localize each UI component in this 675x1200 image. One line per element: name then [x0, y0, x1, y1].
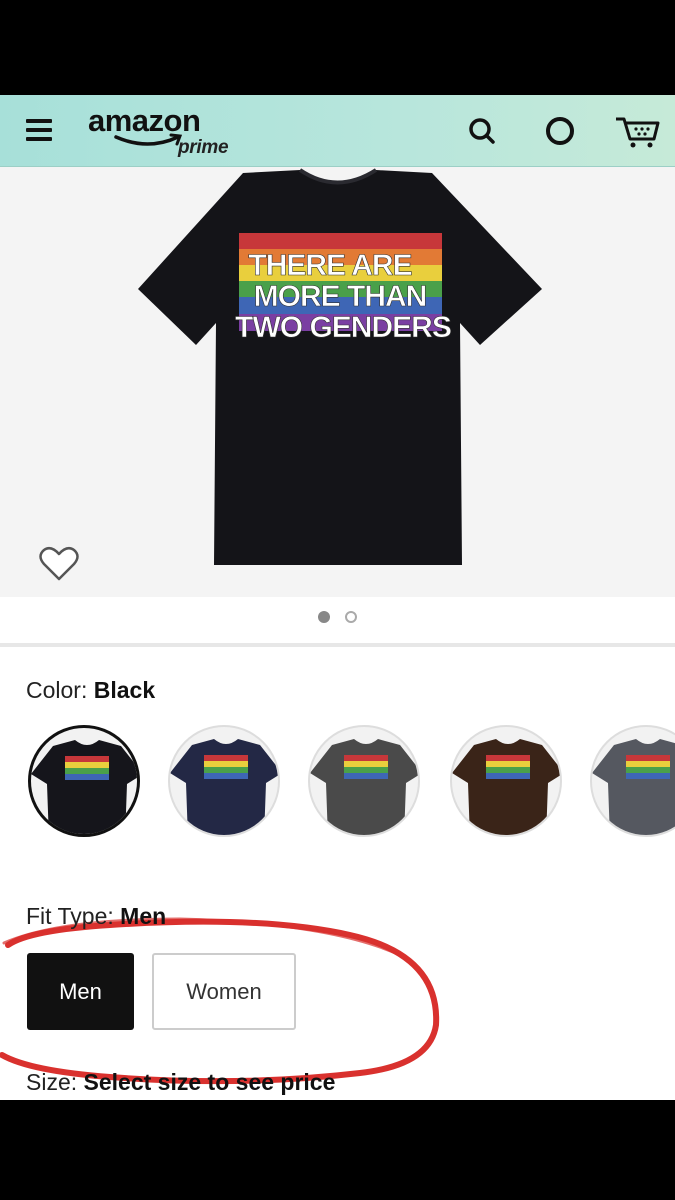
wishlist-heart-icon[interactable] — [38, 545, 80, 588]
shirt-print-line-3: TWO GENDERS — [235, 311, 451, 344]
section-divider — [0, 643, 675, 647]
color-label: Color: — [26, 677, 88, 703]
carousel-dot-active[interactable] — [318, 611, 331, 623]
product-tshirt-image: THERE ARE MORE THAN TWO GENDERS — [138, 168, 542, 565]
size-label: Size: — [26, 1069, 78, 1095]
fit-type-men-button[interactable]: Men — [27, 953, 134, 1030]
size-value[interactable]: Select size to see price — [84, 1069, 336, 1095]
cart-icon[interactable] — [612, 111, 662, 151]
color-label-row: Color: Black — [26, 677, 155, 704]
account-icon[interactable] — [540, 111, 580, 151]
search-icon[interactable] — [462, 111, 502, 151]
logo-prime-label: prime — [178, 137, 229, 158]
product-image-carousel[interactable]: THERE ARE MORE THAN TWO GENDERS — [0, 167, 675, 597]
color-swatch-heather-grey[interactable] — [590, 725, 675, 837]
carousel-pagination — [0, 610, 675, 628]
shirt-print-line-1: THERE ARE — [248, 249, 411, 282]
menu-icon[interactable] — [26, 119, 52, 141]
carousel-dot[interactable] — [344, 611, 357, 623]
shirt-print-line-2: MORE THAN — [254, 280, 427, 313]
size-label-row: Size: Select size to see price — [26, 1069, 335, 1096]
fit-type-value: Men — [120, 903, 167, 929]
fit-type-women-button[interactable]: Women — [152, 953, 296, 1030]
logo-wordmark: amazon — [88, 103, 201, 138]
top-nav-bar: amazon prime — [0, 95, 675, 167]
color-swatch-brown[interactable] — [450, 725, 562, 837]
fit-type-label: Fit Type: — [26, 903, 114, 929]
color-swatch-navy[interactable] — [168, 725, 280, 837]
color-swatch-black[interactable] — [28, 725, 140, 837]
logo-smile-icon — [114, 133, 183, 146]
color-value: Black — [93, 677, 156, 703]
color-swatch-dark-heather[interactable] — [308, 725, 420, 837]
app-screen: amazon prime THERE ARE MORE THAN TWO GEN… — [0, 95, 675, 1100]
fit-type-label-row: Fit Type: Men — [26, 903, 166, 930]
